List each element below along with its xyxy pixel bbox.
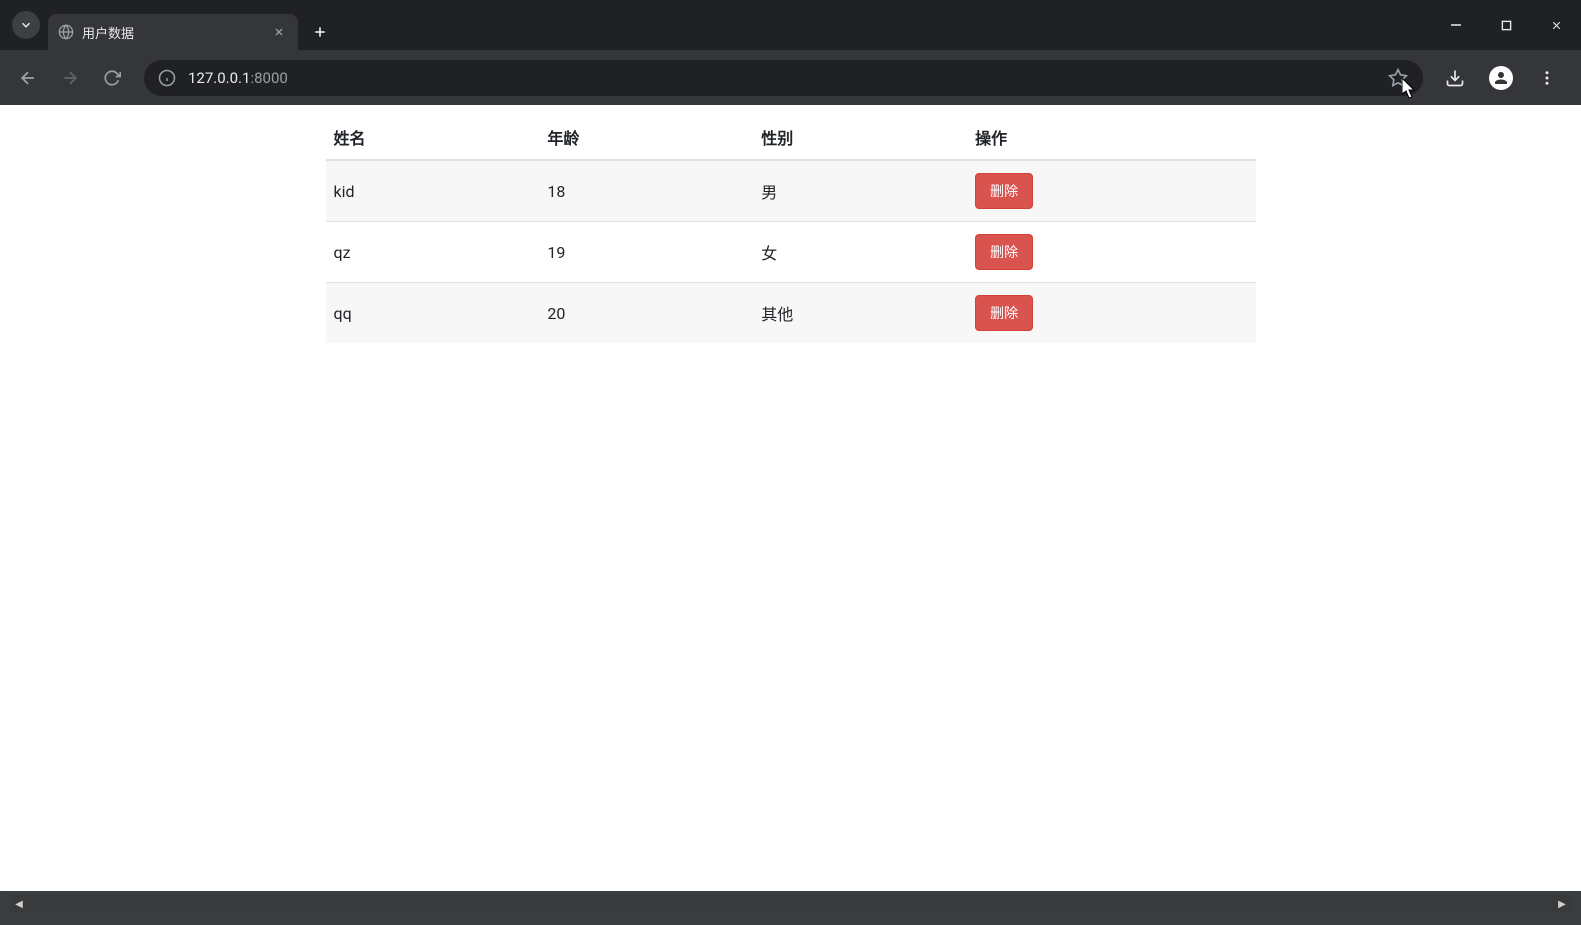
globe-icon: [58, 24, 74, 40]
table-row: kid 18 男 删除: [326, 160, 1256, 222]
tab-search-button[interactable]: [12, 11, 40, 39]
url-text: 127.0.0.1:8000: [188, 69, 1387, 87]
user-table-container: 姓名 年龄 性别 操作 kid 18 男 删除 qz 19: [326, 105, 1256, 353]
cell-gender: 女: [753, 222, 967, 283]
horizontal-scrollbar[interactable]: ◀ ▶: [10, 895, 1571, 913]
delete-button[interactable]: 删除: [975, 295, 1033, 331]
url-host: 127.0.0.1: [188, 69, 250, 87]
menu-icon[interactable]: [1529, 60, 1565, 96]
cell-name: qq: [326, 283, 540, 344]
avatar-icon: [1489, 66, 1513, 90]
table-header-row: 姓名 年龄 性别 操作: [326, 115, 1256, 160]
minimize-button[interactable]: [1441, 10, 1471, 40]
col-name: 姓名: [326, 115, 540, 160]
cell-age: 19: [539, 222, 753, 283]
reload-button[interactable]: [94, 60, 130, 96]
col-action: 操作: [967, 115, 1255, 160]
cell-action: 删除: [967, 283, 1255, 344]
cell-gender: 男: [753, 160, 967, 222]
cell-age: 20: [539, 283, 753, 344]
browser-tab[interactable]: 用户数据: [48, 14, 298, 50]
table-row: qq 20 其他 删除: [326, 283, 1256, 344]
browser-chrome: 用户数据: [0, 0, 1581, 105]
delete-button[interactable]: 删除: [975, 234, 1033, 270]
table-row: qz 19 女 删除: [326, 222, 1256, 283]
maximize-button[interactable]: [1491, 10, 1521, 40]
address-bar[interactable]: 127.0.0.1:8000: [144, 60, 1423, 96]
downloads-icon[interactable]: [1437, 60, 1473, 96]
user-table: 姓名 年龄 性别 操作 kid 18 男 删除 qz 19: [326, 115, 1256, 343]
bookmark-icon[interactable]: [1387, 67, 1409, 89]
close-icon[interactable]: [270, 23, 288, 41]
toolbar-right: [1437, 60, 1571, 96]
forward-button[interactable]: [52, 60, 88, 96]
tab-bar: 用户数据: [0, 0, 1581, 50]
page-viewport: 姓名 年龄 性别 操作 kid 18 男 删除 qz 19: [0, 105, 1581, 891]
delete-button[interactable]: 删除: [975, 173, 1033, 209]
tab-title: 用户数据: [82, 23, 270, 42]
cell-age: 18: [539, 160, 753, 222]
site-info-icon[interactable]: [158, 69, 176, 87]
col-gender: 性别: [753, 115, 967, 160]
scroll-left-icon[interactable]: ◀: [12, 897, 26, 911]
browser-toolbar: 127.0.0.1:8000: [0, 50, 1581, 105]
scroll-right-icon[interactable]: ▶: [1555, 897, 1569, 911]
col-age: 年龄: [539, 115, 753, 160]
window-controls: [1441, 0, 1571, 50]
new-tab-button[interactable]: [306, 18, 334, 46]
cell-gender: 其他: [753, 283, 967, 344]
close-window-button[interactable]: [1541, 10, 1571, 40]
cell-action: 删除: [967, 222, 1255, 283]
profile-button[interactable]: [1483, 60, 1519, 96]
cell-name: qz: [326, 222, 540, 283]
cell-action: 删除: [967, 160, 1255, 222]
url-port: :8000: [250, 69, 287, 87]
back-button[interactable]: [10, 60, 46, 96]
cell-name: kid: [326, 160, 540, 222]
